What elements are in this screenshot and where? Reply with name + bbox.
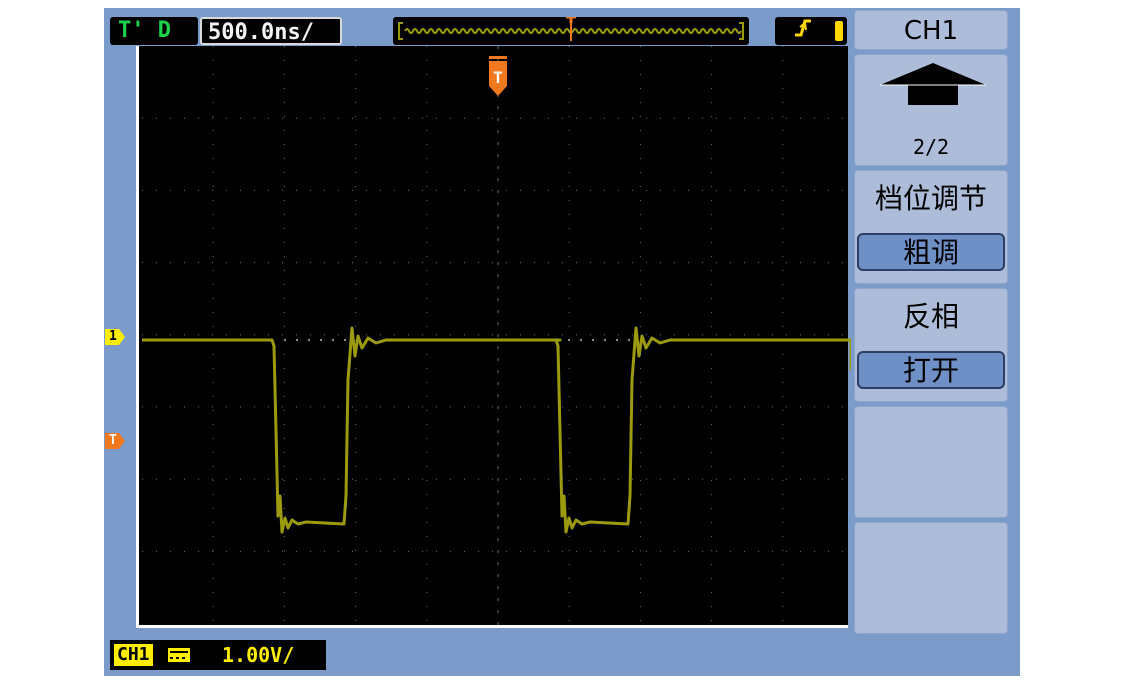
trigger-position-marker: T xyxy=(489,56,507,96)
volts-div-label: 档位调节 xyxy=(874,182,987,215)
volts-div-softkey[interactable]: 档位调节 粗调 xyxy=(854,170,1008,284)
channel1-ground-marker[interactable]: 1 xyxy=(105,329,125,345)
menu-page-indicator: 2/2 xyxy=(912,135,950,159)
page-up-arrow-icon xyxy=(880,63,986,105)
softkey-empty-5[interactable] xyxy=(854,522,1008,634)
memory-position-bar xyxy=(393,15,749,45)
volts-div-value: 粗调 xyxy=(857,233,1005,271)
waveform-screen: T xyxy=(136,46,851,628)
oscilloscope-display: T' D 500.0ns/ 1 T T CH1 1.00V/ CH1 2/2 档… xyxy=(104,8,1020,676)
trigger-status: T' D xyxy=(110,17,198,45)
channel1-tag: CH1 xyxy=(114,644,153,666)
menu-page-button[interactable]: 2/2 xyxy=(854,54,1008,166)
timebase-readout[interactable]: 500.0ns/ xyxy=(200,17,342,45)
invert-label: 反相 xyxy=(902,300,959,333)
invert-value: 打开 xyxy=(857,351,1005,389)
memory-waveform-icon xyxy=(398,15,744,41)
trigger-position-label: T xyxy=(493,68,503,87)
trigger-level-marker[interactable]: T xyxy=(105,433,125,449)
dc-coupling-icon xyxy=(168,648,190,662)
channel1-vertical-scale: 1.00V/ xyxy=(222,643,295,667)
invert-softkey[interactable]: 反相 打开 xyxy=(854,288,1008,402)
menu-title: CH1 xyxy=(854,10,1008,50)
softkey-empty-4[interactable] xyxy=(854,406,1008,518)
channel1-waveform xyxy=(142,326,851,534)
rising-edge-icon xyxy=(795,19,811,37)
channel1-readout[interactable]: CH1 1.00V/ xyxy=(110,640,326,670)
trigger-type-indicator[interactable] xyxy=(775,17,847,45)
graticule: T xyxy=(142,46,851,628)
softkey-menu: CH1 2/2 档位调节 粗调 反相 打开 xyxy=(848,8,1010,636)
